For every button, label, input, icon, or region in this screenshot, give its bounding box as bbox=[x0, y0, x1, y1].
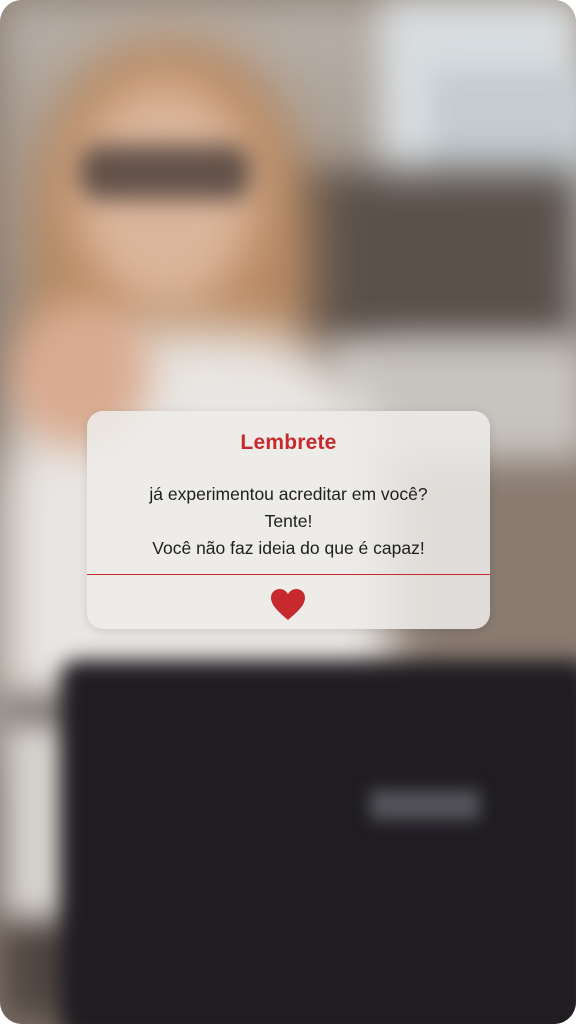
bg-laptop-logo bbox=[370, 790, 480, 820]
bg-shelf bbox=[280, 170, 576, 350]
bg-laptop bbox=[60, 660, 576, 1024]
message-line-2: Tente! bbox=[264, 511, 313, 531]
message-line-1: já experimentou acreditar em você? bbox=[149, 484, 428, 504]
card-divider bbox=[87, 574, 490, 575]
heart-icon[interactable] bbox=[270, 588, 306, 622]
card-message: já experimentou acreditar em você? Tente… bbox=[87, 481, 490, 562]
message-line-3: Você não faz ideia do que é capaz! bbox=[152, 538, 425, 558]
reminder-card: Lembrete já experimentou acreditar em vo… bbox=[87, 411, 490, 629]
card-title: Lembrete bbox=[240, 431, 337, 454]
bg-person-glasses bbox=[80, 145, 250, 200]
